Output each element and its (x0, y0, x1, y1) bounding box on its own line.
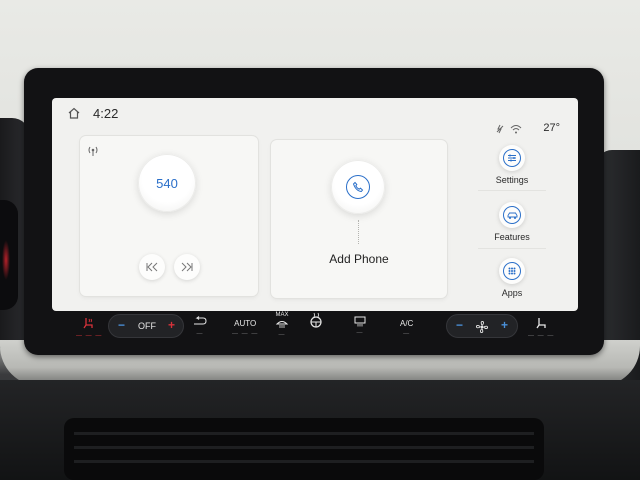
next-track-icon (181, 262, 193, 272)
menu-divider (478, 190, 546, 191)
connector-line (358, 220, 359, 244)
home-icon[interactable] (67, 106, 81, 120)
apps-grid-icon (508, 267, 516, 275)
add-phone-label: Add Phone (329, 252, 389, 266)
settings-label: Settings (495, 175, 529, 185)
fan-speed-control: − + (446, 314, 518, 338)
features-button[interactable]: Features (482, 202, 542, 242)
driver-temp-increase-button[interactable]: + (168, 318, 175, 332)
outside-temperature: 27° (543, 122, 560, 134)
radio-frequency-button[interactable]: 540 (138, 154, 196, 212)
driver-temperature-control: − OFF + (108, 314, 184, 338)
infotainment-screen: 4:22 27° 540 Add Phone Settings Features… (52, 98, 578, 311)
next-track-button[interactable] (174, 254, 200, 280)
menu-divider (478, 248, 546, 249)
apps-label: Apps (501, 288, 523, 298)
max-defrost-icon (275, 321, 289, 328)
clock: 4:22 (93, 106, 119, 121)
phone-icon (352, 181, 364, 193)
instrument-cluster-edge (0, 200, 18, 310)
fan-icon (476, 321, 488, 333)
driver-temp-status: OFF (138, 321, 156, 331)
rear-defrost-button[interactable]: — (353, 316, 367, 342)
settings-sliders-icon (508, 154, 516, 162)
auto-label: AUTO (234, 319, 257, 328)
vent-slat (74, 446, 534, 449)
apps-button[interactable]: Apps (482, 258, 542, 298)
fan-decrease-button[interactable]: − (456, 318, 463, 332)
car-icon (507, 212, 517, 219)
heated-seat-button[interactable]: — — — (76, 316, 102, 342)
ac-label: A/C (400, 319, 414, 328)
broadcast-icon (88, 146, 98, 156)
wifi-icon (510, 125, 522, 134)
features-label: Features (494, 232, 530, 242)
passenger-seat-icon (536, 318, 546, 329)
previous-track-button[interactable] (139, 254, 165, 280)
climate-control-bar: — — — − OFF + — AUTO — — — MAX — — A/C —… (52, 312, 578, 344)
settings-button[interactable]: Settings (482, 145, 542, 185)
vent-slat (74, 460, 534, 463)
ac-button[interactable]: A/C — (400, 319, 413, 345)
recirculation-button[interactable]: — (192, 316, 208, 342)
status-bar: 4:22 27° (52, 98, 578, 134)
auto-button[interactable]: AUTO — — — (232, 319, 258, 345)
wireless-charging-icon (496, 124, 504, 134)
radio-frequency: 540 (156, 175, 178, 191)
heated-steering-button[interactable] (308, 312, 324, 338)
rear-defrost-icon (354, 316, 366, 327)
add-phone-button[interactable] (331, 160, 385, 214)
phone-card[interactable]: Add Phone (271, 140, 447, 298)
heated-seat-icon (83, 318, 93, 329)
previous-track-icon (146, 262, 158, 272)
air-vent (64, 418, 544, 480)
vent-slat (74, 432, 534, 435)
driver-temp-decrease-button[interactable]: − (118, 318, 125, 332)
passenger-seat-button[interactable]: — — — (528, 316, 554, 342)
recirculation-icon (194, 316, 207, 325)
max-defrost-button[interactable]: MAX — (275, 312, 289, 338)
heated-steering-icon (310, 312, 322, 328)
radio-card[interactable]: 540 (80, 136, 258, 296)
fan-increase-button[interactable]: + (501, 318, 508, 332)
